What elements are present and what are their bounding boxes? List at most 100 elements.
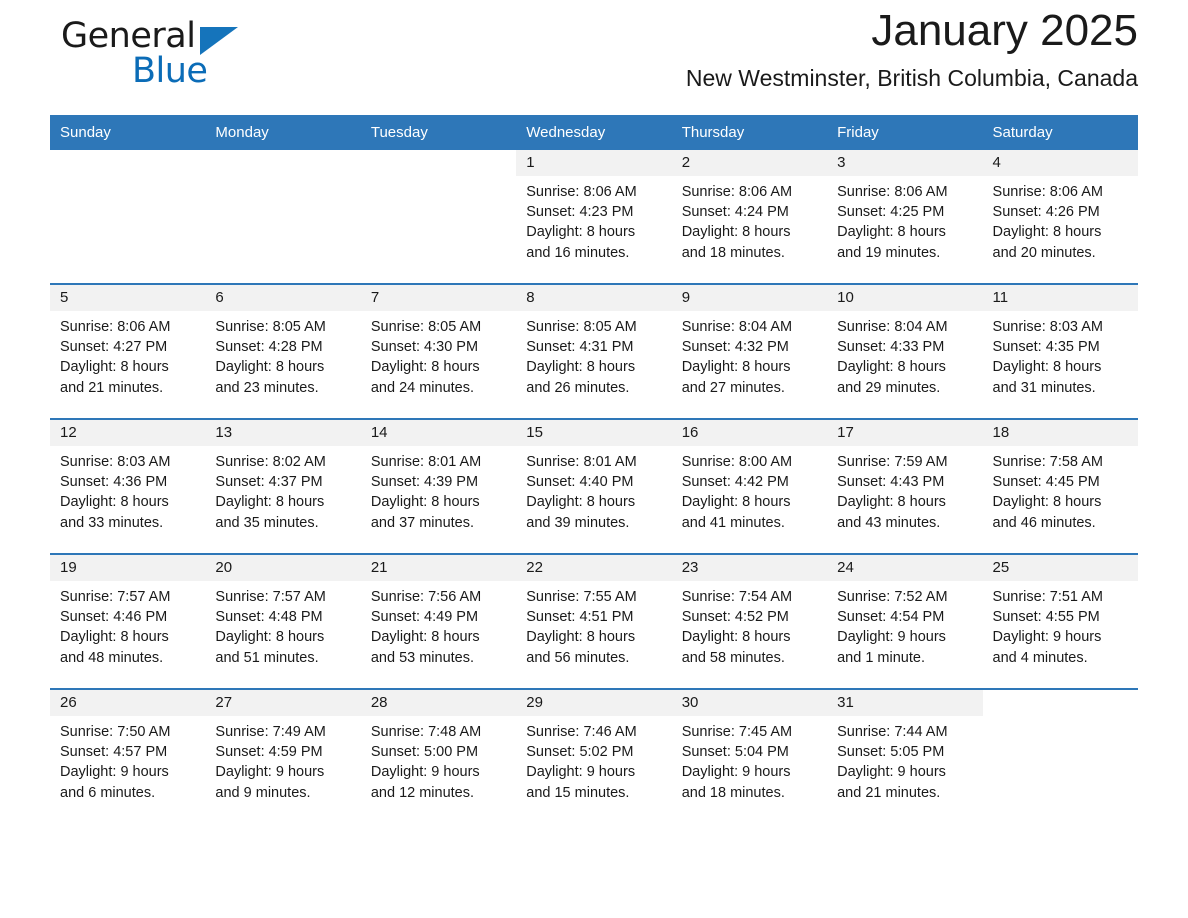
day-number: 14 [360, 420, 517, 446]
day-number: 5 [50, 285, 206, 311]
day-details: Sunrise: 7:57 AM Sunset: 4:48 PM Daylight:… [205, 581, 360, 668]
sunrise-text: Sunrise: 8:03 AM [60, 454, 171, 470]
daylight-text-line1: Daylight: 8 hours [837, 359, 946, 376]
calendar-day-cell[interactable]: 6 Sunrise: 8:05 AM Sunset: 4:28 PM Daylight… [205, 283, 361, 419]
calendar-day-cell[interactable]: 25 Sunrise: 7:51 AM Sunset: 4:55 PM Dayligh… [982, 553, 1138, 689]
day-cell-inner: 11 Sunrise: 8:03 AM Sunset: 4:35 PM Dayligh… [982, 285, 1138, 418]
calendar-day-cell[interactable]: 10 Sunrise: 8:04 AM Sunset: 4:33 PM Dayligh… [827, 283, 983, 419]
day-cell-inner: 18 Sunrise: 7:58 AM Sunset: 4:45 PM Dayligh… [982, 420, 1138, 553]
calendar-day-cell[interactable]: 27 Sunrise: 7:49 AM Sunset: 4:59 PM Dayligh… [205, 688, 361, 823]
calendar-day-cell[interactable]: 4 Sunrise: 8:06 AM Sunset: 4:26 PM Daylight… [982, 150, 1138, 284]
sunset-text: Sunset: 4:52 PM [681, 609, 789, 626]
day-number: 19 [50, 555, 206, 581]
calendar-day-cell[interactable]: 15 Sunrise: 8:01 AM Sunset: 4:40 PM Dayligh… [516, 418, 672, 554]
calendar-day-cell[interactable]: 22 Sunrise: 7:55 AM Sunset: 4:51 PM Dayligh… [516, 553, 672, 689]
daylight-text-line1: Daylight: 8 hours [837, 224, 946, 241]
calendar-week-row: 19 Sunrise: 7:57 AM Sunset: 4:46 PM Dayligh… [50, 553, 1138, 689]
sunset-text: Sunset: 4:33 PM [837, 339, 945, 356]
sunset-text: Sunset: 4:25 PM [837, 204, 945, 221]
calendar-day-cell[interactable]: 19 Sunrise: 7:57 AM Sunset: 4:46 PM Dayligh… [50, 553, 206, 689]
calendar-day-cell[interactable]: 13 Sunrise: 8:02 AM Sunset: 4:37 PM Dayligh… [205, 418, 361, 554]
sunrise-text: Sunrise: 8:01 AM [370, 454, 482, 470]
day-details: Sunrise: 8:06 AM Sunset: 4:24 PM Daylight:… [672, 176, 827, 263]
calendar-day-cell[interactable]: 5 Sunrise: 8:06 AM Sunset: 4:27 PM Daylight… [50, 283, 206, 419]
day-details: Sunrise: 8:01 AM Sunset: 4:39 PM Daylight:… [361, 446, 516, 533]
day-cell-inner [50, 150, 206, 283]
day-number [50, 150, 206, 176]
daylight-text-line2: and 6 minutes. [60, 784, 156, 801]
day-number: 16 [671, 420, 828, 446]
calendar-day-cell[interactable]: 1 Sunrise: 8:06 AM Sunset: 4:23 PM Daylight… [516, 150, 672, 284]
daylight-text-line1: Daylight: 8 hours [370, 629, 480, 646]
calendar-day-cell[interactable]: 31 Sunrise: 7:44 AM Sunset: 5:05 PM Dayligh… [827, 688, 983, 823]
calendar-table: Sunday Monday Tuesday Wednesday Thursday… [50, 115, 1138, 823]
sunset-text: Sunset: 5:05 PM [837, 744, 945, 761]
calendar-day-cell[interactable]: 29 Sunrise: 7:46 AM Sunset: 5:02 PM Dayligh… [516, 688, 672, 823]
calendar-day-cell[interactable]: 7 Sunrise: 8:05 AM Sunset: 4:30 PM Daylight… [360, 283, 517, 419]
daylight-text-line2: and 48 minutes. [60, 649, 164, 666]
daylight-text-line2: and 21 minutes. [837, 784, 941, 801]
sunset-text: Sunset: 4:27 PM [60, 339, 168, 356]
calendar-day-cell[interactable] [50, 150, 206, 284]
sunset-text: Sunset: 4:59 PM [215, 744, 323, 761]
calendar-day-cell[interactable]: 12 Sunrise: 8:03 AM Sunset: 4:36 PM Dayligh… [50, 418, 206, 554]
general-blue-logo[interactable]: General Blue [50, 10, 310, 90]
sunset-text: Sunset: 4:39 PM [370, 474, 479, 491]
day-details: Sunrise: 7:45 AM Sunset: 5:04 PM Daylight:… [672, 716, 827, 803]
calendar-day-cell[interactable]: 30 Sunrise: 7:45 AM Sunset: 5:04 PM Dayligh… [671, 688, 828, 823]
daylight-text-line1: Daylight: 8 hours [215, 494, 325, 511]
daylight-text-line2: and 15 minutes. [526, 784, 630, 801]
sunset-text: Sunset: 4:57 PM [60, 744, 168, 761]
calendar-day-cell[interactable]: 17 Sunrise: 7:59 AM Sunset: 4:43 PM Dayligh… [827, 418, 983, 554]
daylight-text-line2: and 16 minutes. [526, 244, 630, 261]
calendar-day-cell[interactable] [982, 688, 1138, 823]
calendar-day-cell[interactable]: 9 Sunrise: 8:04 AM Sunset: 4:32 PM Daylight… [671, 283, 828, 419]
day-cell-inner: 27 Sunrise: 7:49 AM Sunset: 4:59 PM Dayligh… [205, 690, 361, 823]
sunset-text: Sunset: 4:36 PM [60, 474, 168, 491]
calendar-day-cell[interactable] [205, 150, 361, 284]
title-block: January 2025 New Westminster, British Co… [686, 0, 1138, 92]
day-number: 22 [516, 555, 672, 581]
daylight-text-line1: Daylight: 8 hours [681, 359, 791, 376]
sunrise-text: Sunrise: 7:59 AM [837, 454, 948, 470]
calendar-day-cell[interactable]: 26 Sunrise: 7:50 AM Sunset: 4:57 PM Dayligh… [50, 688, 206, 823]
calendar-day-cell[interactable]: 23 Sunrise: 7:54 AM Sunset: 4:52 PM Dayligh… [671, 553, 828, 689]
calendar-day-cell[interactable]: 21 Sunrise: 7:56 AM Sunset: 4:49 PM Dayligh… [360, 553, 517, 689]
sunrise-text: Sunrise: 8:05 AM [526, 319, 637, 335]
day-cell-inner: 5 Sunrise: 8:06 AM Sunset: 4:27 PM Daylight… [50, 285, 206, 418]
calendar-day-cell[interactable]: 2 Sunrise: 8:06 AM Sunset: 4:24 PM Daylight… [671, 150, 828, 284]
day-number: 4 [982, 150, 1138, 176]
day-details: Sunrise: 7:51 AM Sunset: 4:55 PM Daylight:… [983, 581, 1138, 668]
calendar-day-cell[interactable] [360, 150, 517, 284]
daylight-text-line1: Daylight: 9 hours [681, 764, 791, 781]
day-cell-inner: 9 Sunrise: 8:04 AM Sunset: 4:32 PM Daylight… [671, 285, 828, 418]
day-details: Sunrise: 8:06 AM Sunset: 4:26 PM Daylight:… [983, 176, 1138, 263]
calendar-day-cell[interactable]: 3 Sunrise: 8:06 AM Sunset: 4:25 PM Daylight… [827, 150, 983, 284]
sunrise-text: Sunrise: 8:05 AM [215, 319, 326, 335]
calendar-day-cell[interactable]: 24 Sunrise: 7:52 AM Sunset: 4:54 PM Dayligh… [827, 553, 983, 689]
calendar-day-cell[interactable]: 11 Sunrise: 8:03 AM Sunset: 4:35 PM Dayligh… [982, 283, 1138, 419]
day-cell-inner: 20 Sunrise: 7:57 AM Sunset: 4:48 PM Dayligh… [205, 555, 361, 688]
sunset-text: Sunset: 5:00 PM [370, 744, 479, 761]
daylight-text-line2: and 26 minutes. [526, 379, 630, 396]
day-number: 15 [516, 420, 672, 446]
sunset-text: Sunset: 4:49 PM [370, 609, 479, 626]
calendar-day-cell[interactable]: 18 Sunrise: 7:58 AM Sunset: 4:45 PM Dayligh… [982, 418, 1138, 554]
calendar-day-cell[interactable]: 16 Sunrise: 8:00 AM Sunset: 4:42 PM Dayligh… [671, 418, 828, 554]
sunrise-text: Sunrise: 7:57 AM [60, 589, 171, 605]
day-cell-inner: 3 Sunrise: 8:06 AM Sunset: 4:25 PM Daylight… [827, 150, 983, 283]
day-cell-inner: 1 Sunrise: 8:06 AM Sunset: 4:23 PM Daylight… [516, 150, 672, 283]
day-details: Sunrise: 7:52 AM Sunset: 4:54 PM Daylight:… [827, 581, 982, 668]
daylight-text-line1: Daylight: 9 hours [837, 629, 946, 646]
calendar-day-cell[interactable]: 28 Sunrise: 7:48 AM Sunset: 5:00 PM Dayligh… [360, 688, 517, 823]
sunset-text: Sunset: 4:46 PM [60, 609, 168, 626]
day-number: 13 [205, 420, 361, 446]
calendar-day-cell[interactable]: 14 Sunrise: 8:01 AM Sunset: 4:39 PM Dayligh… [360, 418, 517, 554]
day-number: 7 [360, 285, 517, 311]
daylight-text-line1: Daylight: 9 hours [992, 629, 1102, 646]
day-cell-inner: 6 Sunrise: 8:05 AM Sunset: 4:28 PM Daylight… [205, 285, 361, 418]
calendar-header-row: Sunday Monday Tuesday Wednesday Thursday… [50, 115, 1138, 150]
day-cell-inner: 24 Sunrise: 7:52 AM Sunset: 4:54 PM Dayligh… [827, 555, 983, 688]
calendar-day-cell[interactable]: 8 Sunrise: 8:05 AM Sunset: 4:31 PM Daylight… [516, 283, 672, 419]
calendar-day-cell[interactable]: 20 Sunrise: 7:57 AM Sunset: 4:48 PM Dayligh… [205, 553, 361, 689]
